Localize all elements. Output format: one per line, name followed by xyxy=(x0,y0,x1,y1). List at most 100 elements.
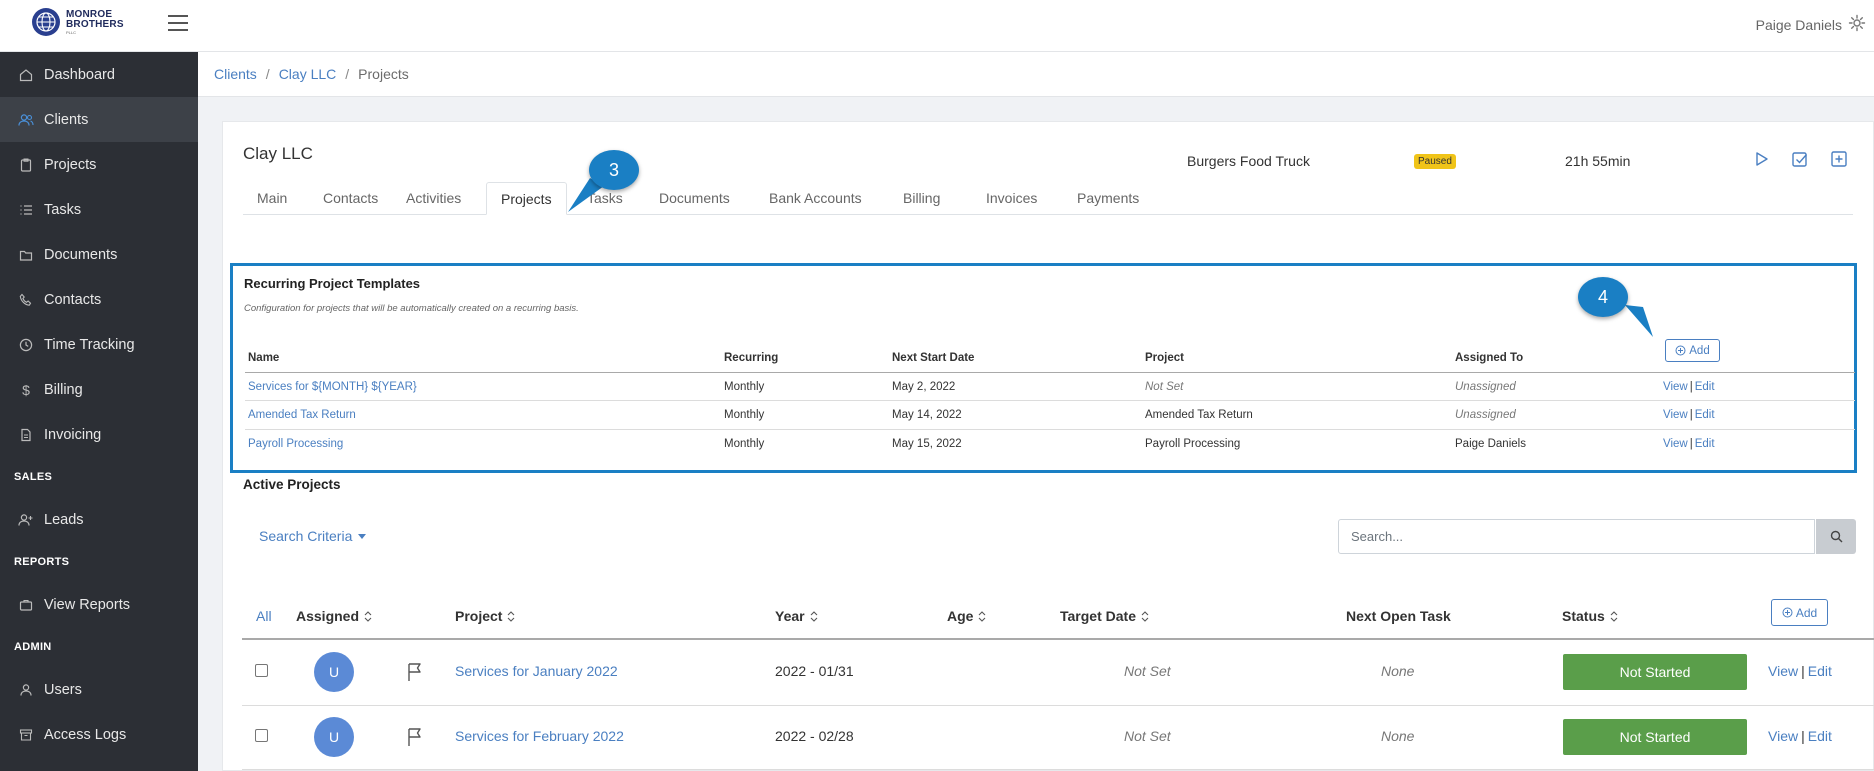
template-name-link[interactable]: Amended Tax Return xyxy=(248,409,356,421)
add-project-button[interactable]: Add xyxy=(1771,599,1828,626)
template-name-link[interactable]: Services for ${MONTH} ${YEAR} xyxy=(248,381,417,393)
tab-payments[interactable]: Payments xyxy=(1063,182,1153,215)
add-box-icon[interactable] xyxy=(1830,150,1848,168)
sidebar-item-contacts[interactable]: Contacts xyxy=(0,277,198,322)
edit-link[interactable]: Edit xyxy=(1808,663,1832,679)
company-logo[interactable]: MONROE BROTHERS PLLC xyxy=(32,8,124,36)
column-header-year[interactable]: Year xyxy=(775,608,818,624)
dollar-icon: $ xyxy=(22,381,30,398)
active-projects-title: Active Projects xyxy=(243,477,341,492)
gear-icon[interactable] xyxy=(1848,14,1866,32)
template-recurring: Monthly xyxy=(724,409,765,421)
callout-step-3: 3 xyxy=(589,150,639,190)
plus-circle-icon xyxy=(1675,345,1686,356)
user-icon xyxy=(18,682,34,698)
tab-main[interactable]: Main xyxy=(243,182,301,215)
client-tabs: Main Contacts Activities Projects Tasks … xyxy=(243,182,1853,215)
breadcrumb-clay-llc[interactable]: Clay LLC xyxy=(279,66,337,82)
template-assigned: Unassigned xyxy=(1455,381,1516,393)
menu-toggle-icon[interactable] xyxy=(168,15,188,33)
search-criteria-dropdown[interactable]: Search Criteria xyxy=(259,528,367,544)
user-name[interactable]: Paige Daniels xyxy=(1756,17,1842,33)
flag-icon[interactable] xyxy=(406,662,424,682)
tab-activities[interactable]: Activities xyxy=(392,182,475,215)
play-icon[interactable] xyxy=(1752,150,1770,168)
sidebar-item-invoicing[interactable]: Invoicing xyxy=(0,412,198,457)
view-link[interactable]: View xyxy=(1663,438,1688,450)
template-name-link[interactable]: Payroll Processing xyxy=(248,438,343,450)
edit-link[interactable]: Edit xyxy=(1695,381,1715,393)
view-link[interactable]: View xyxy=(1768,663,1798,679)
row-checkbox[interactable] xyxy=(255,729,268,742)
row-checkbox[interactable] xyxy=(255,664,268,677)
checkbox-icon[interactable] xyxy=(1791,150,1809,168)
tab-projects[interactable]: Projects xyxy=(486,182,567,215)
tab-contacts[interactable]: Contacts xyxy=(309,182,392,215)
status-badge[interactable]: Not Started xyxy=(1563,719,1747,755)
sidebar-item-users[interactable]: Users xyxy=(0,667,198,712)
sidebar-item-projects[interactable]: Projects xyxy=(0,142,198,187)
sidebar-item-tasks[interactable]: Tasks xyxy=(0,187,198,232)
column-header-project[interactable]: Project xyxy=(455,608,515,624)
breadcrumb-separator: / xyxy=(265,66,270,82)
sidebar-item-billing[interactable]: $ Billing xyxy=(0,367,198,412)
archive-icon xyxy=(18,727,34,743)
add-template-button[interactable]: Add xyxy=(1665,339,1720,362)
search-input[interactable] xyxy=(1338,519,1815,554)
breadcrumb-clients[interactable]: Clients xyxy=(214,66,257,82)
status-badge[interactable]: Not Started xyxy=(1563,654,1747,690)
tab-bank-accounts[interactable]: Bank Accounts xyxy=(755,182,876,215)
callout-pointer xyxy=(1625,305,1653,337)
column-header-age[interactable]: Age xyxy=(947,608,986,624)
row-divider xyxy=(242,769,1874,770)
sidebar-item-clients[interactable]: Clients xyxy=(0,97,198,142)
sidebar-item-access-logs[interactable]: Access Logs xyxy=(0,712,198,757)
sidebar-item-view-reports[interactable]: View Reports xyxy=(0,582,198,627)
project-name-link[interactable]: Services for January 2022 xyxy=(455,663,618,679)
edit-link[interactable]: Edit xyxy=(1808,728,1832,744)
header-label: Status xyxy=(1562,608,1605,624)
project-name-link[interactable]: Services for February 2022 xyxy=(455,728,624,744)
row-divider xyxy=(242,705,1874,706)
sidebar-item-label: Users xyxy=(44,681,82,698)
filter-all-link[interactable]: All xyxy=(256,608,272,624)
view-link[interactable]: View xyxy=(1768,728,1798,744)
template-project: Amended Tax Return xyxy=(1145,409,1253,421)
project-year: 2022 - 02/28 xyxy=(775,728,854,744)
sidebar: Dashboard Clients Projects Tasks Documen… xyxy=(0,52,198,771)
sidebar-item-documents[interactable]: Documents xyxy=(0,232,198,277)
column-header-assigned[interactable]: Assigned xyxy=(296,608,372,624)
sidebar-item-time-tracking[interactable]: Time Tracking xyxy=(0,322,198,367)
tab-documents[interactable]: Documents xyxy=(645,182,744,215)
edit-link[interactable]: Edit xyxy=(1695,438,1715,450)
template-assigned: Unassigned xyxy=(1455,409,1516,421)
table-divider xyxy=(242,638,1874,640)
tab-invoices[interactable]: Invoices xyxy=(972,182,1051,215)
template-next-start: May 2, 2022 xyxy=(892,381,956,393)
column-header-target-date[interactable]: Target Date xyxy=(1060,608,1149,624)
view-link[interactable]: View xyxy=(1663,409,1688,421)
project-next-task: None xyxy=(1381,663,1415,679)
add-button-label: Add xyxy=(1795,605,1818,620)
sidebar-item-label: Access Logs xyxy=(44,726,127,743)
breadcrumb: Clients / Clay LLC / Projects xyxy=(198,52,1874,97)
sidebar-item-leads[interactable]: Leads xyxy=(0,497,198,542)
briefcase-icon xyxy=(18,597,34,613)
header-label: Age xyxy=(947,608,974,624)
home-icon xyxy=(18,67,34,83)
column-header-status[interactable]: Status xyxy=(1562,608,1618,624)
row-divider xyxy=(245,429,1855,430)
header-label: Project xyxy=(455,608,503,624)
view-link[interactable]: View xyxy=(1663,381,1688,393)
sidebar-item-dashboard[interactable]: Dashboard xyxy=(0,52,198,97)
search-icon xyxy=(1830,530,1842,543)
pipe-separator: | xyxy=(1689,409,1693,421)
edit-link[interactable]: Edit xyxy=(1695,409,1715,421)
flag-icon[interactable] xyxy=(406,727,424,747)
tab-billing[interactable]: Billing xyxy=(889,182,954,215)
sidebar-section-admin: ADMIN xyxy=(14,641,52,653)
header-label: Year xyxy=(775,608,805,624)
list-icon xyxy=(18,202,34,218)
search-button[interactable] xyxy=(1816,519,1856,554)
project-next-task: None xyxy=(1381,728,1415,744)
